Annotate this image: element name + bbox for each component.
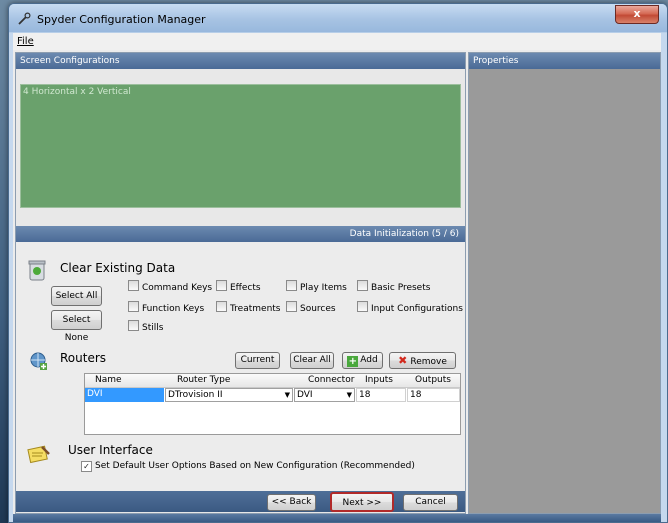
status-strip [13, 514, 661, 522]
checkbox-label: Stills [142, 323, 164, 333]
column-connector: Connector [308, 375, 355, 385]
wizard-area: Data Initialization (5 / 6) Clear Existi… [16, 226, 465, 512]
router-type-value: DTrovision II [168, 390, 223, 400]
wizard-navigation-bar: << Back Next >> Cancel [16, 491, 465, 512]
remove-label: Remove [410, 357, 447, 367]
remove-x-icon: ✖ [398, 354, 408, 367]
connector-dropdown[interactable]: DVI ▼ [294, 388, 355, 402]
column-router-type: Router Type [177, 375, 231, 385]
cell-name[interactable]: DVI [85, 388, 164, 402]
client-area: File Screen Configurations 4 Horizontal … [13, 33, 661, 522]
checkbox-treatments[interactable]: Treatments [216, 301, 280, 314]
select-all-button[interactable]: Select All [51, 286, 102, 306]
checkbox-label: Treatments [230, 304, 281, 314]
checkbox-label: Set Default User Options Based on New Co… [95, 461, 415, 471]
clear-data-title: Clear Existing Data [60, 261, 176, 275]
wizard-step-bar: Data Initialization (5 / 6) [16, 226, 465, 242]
checkbox-function-keys[interactable]: Function Keys [128, 301, 204, 314]
screen-configurations-header: Screen Configurations [16, 53, 465, 69]
remove-button[interactable]: ✖ Remove [389, 352, 456, 369]
checkbox-label: Function Keys [142, 304, 205, 314]
check-mark-icon: ✓ [81, 461, 92, 472]
wrench-icon [18, 12, 31, 25]
add-button[interactable]: + Add [342, 352, 383, 369]
screen-configurations-list[interactable]: 4 Horizontal x 2 Vertical [20, 84, 461, 208]
checkbox-label: Command Keys [142, 283, 213, 293]
checkbox-effects[interactable]: Effects [216, 280, 261, 293]
screen-config-item[interactable]: 4 Horizontal x 2 Vertical [23, 87, 131, 97]
checkbox-label: Play Items [300, 283, 347, 293]
back-button[interactable]: << Back [267, 494, 316, 511]
checkbox-basic-presets[interactable]: Basic Presets [357, 280, 430, 293]
properties-header: Properties [469, 53, 660, 69]
plus-icon: + [347, 356, 359, 367]
recycle-bin-icon [28, 260, 46, 281]
window-title: Spyder Configuration Manager [37, 13, 206, 26]
column-name: Name [95, 375, 122, 385]
checkbox-sources[interactable]: Sources [286, 301, 336, 314]
menu-file[interactable]: File [17, 36, 34, 47]
close-button[interactable]: x [615, 5, 659, 24]
checkbox-label: Effects [230, 283, 261, 293]
cell-outputs[interactable]: 18 [407, 388, 460, 402]
main-window: Spyder Configuration Manager x File Scre… [8, 3, 668, 523]
next-button[interactable]: Next >> [330, 492, 394, 512]
routers-table-header: Name Router Type Connector Inputs Output… [85, 374, 460, 388]
wizard-step-label: Data Initialization (5 / 6) [349, 229, 459, 239]
dropdown-arrow-icon: ▼ [284, 391, 290, 399]
router-type-dropdown[interactable]: DTrovision II ▼ [165, 388, 293, 402]
pencil-notepad-icon [27, 445, 50, 464]
checkbox-command-keys[interactable]: Command Keys [128, 280, 212, 293]
cell-inputs[interactable]: 18 [356, 388, 406, 402]
column-outputs: Outputs [415, 375, 451, 385]
connector-value: DVI [297, 390, 313, 400]
routers-title: Routers [60, 351, 107, 365]
clear-all-button[interactable]: Clear All [290, 352, 334, 369]
configuration-panel: Screen Configurations 4 Horizontal x 2 V… [15, 52, 466, 514]
routers-table: Name Router Type Connector Inputs Output… [84, 373, 461, 435]
properties-panel: Properties [468, 52, 661, 514]
checkbox-label: Input Configurations [371, 304, 463, 314]
title-bar[interactable]: Spyder Configuration Manager x [9, 4, 667, 32]
checkbox-play-items[interactable]: Play Items [286, 280, 347, 293]
checkbox-input-configurations[interactable]: Input Configurations [357, 301, 463, 314]
cancel-button[interactable]: Cancel [403, 494, 458, 511]
checkbox-default-user-options[interactable]: ✓ Set Default User Options Based on New C… [81, 461, 415, 472]
router-globe-icon [30, 352, 47, 370]
checkbox-label: Sources [300, 304, 336, 314]
dropdown-arrow-icon: ▼ [346, 391, 352, 399]
add-label: Add [360, 355, 378, 365]
column-inputs: Inputs [365, 375, 393, 385]
checkbox-label: Basic Presets [371, 283, 431, 293]
checkbox-stills[interactable]: Stills [128, 320, 163, 333]
user-interface-title: User Interface [68, 443, 153, 457]
current-button[interactable]: Current [235, 352, 280, 369]
menu-bar: File [13, 33, 661, 50]
select-none-button[interactable]: Select None [51, 310, 102, 343]
table-row[interactable]: DVI DTrovision II ▼ DVI ▼ 18 18 [85, 388, 460, 402]
